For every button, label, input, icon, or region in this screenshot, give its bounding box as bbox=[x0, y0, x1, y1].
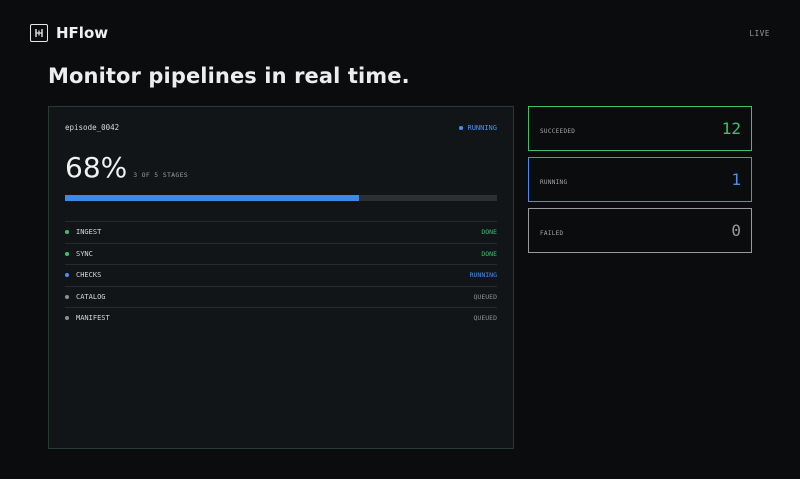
stage-state: DONE bbox=[481, 249, 497, 258]
stat-card-succeeded[interactable]: SUCCEEDED 12 bbox=[528, 106, 752, 151]
stat-label: RUNNING bbox=[540, 179, 568, 186]
pipeline-run-panel: episode_0042 RUNNING 68% 3 OF 5 STAGES I… bbox=[48, 106, 514, 449]
status-dot-icon bbox=[459, 125, 464, 130]
stage-row-checks[interactable]: CHECKS RUNNING bbox=[65, 264, 497, 286]
run-status-badge: RUNNING bbox=[459, 124, 497, 132]
page: HFlow LIVE Monitor pipelines in real tim… bbox=[0, 0, 800, 479]
progress-bar-fill bbox=[65, 195, 359, 201]
stage-status-dot-icon bbox=[65, 316, 69, 321]
progress-percent: 68% bbox=[65, 151, 128, 184]
stage-name: INGEST bbox=[76, 228, 102, 237]
stage-status-dot-icon bbox=[65, 230, 69, 235]
stage-row-ingest[interactable]: INGEST DONE bbox=[65, 221, 497, 243]
stage-info: SYNC bbox=[65, 250, 93, 258]
stat-card-running[interactable]: RUNNING 1 bbox=[528, 157, 752, 202]
page-title: Monitor pipelines in real time. bbox=[48, 64, 410, 88]
stage-name: MANIFEST bbox=[76, 314, 110, 323]
stat-cards: SUCCEEDED 12 RUNNING 1 FAILED 0 bbox=[528, 106, 752, 259]
stat-value: 1 bbox=[731, 170, 741, 189]
stage-info: INGEST bbox=[65, 228, 101, 236]
progress-summary: 68% 3 OF 5 STAGES bbox=[65, 151, 188, 184]
stat-label: FAILED bbox=[540, 230, 564, 237]
episode-id: episode_0042 bbox=[65, 123, 120, 132]
stage-state: DONE bbox=[481, 228, 497, 237]
stage-list: INGEST DONE SYNC DONE CHECKS RUNNING CATALOG QU… bbox=[65, 221, 497, 329]
brand[interactable]: HFlow bbox=[30, 24, 108, 42]
stage-name: CATALOG bbox=[76, 292, 106, 301]
stage-info: MANIFEST bbox=[65, 314, 110, 322]
live-indicator: LIVE bbox=[749, 28, 770, 38]
stat-card-failed[interactable]: FAILED 0 bbox=[528, 208, 752, 253]
stage-info: CATALOG bbox=[65, 293, 106, 301]
stages-count: 3 OF 5 STAGES bbox=[133, 171, 189, 179]
header: HFlow LIVE bbox=[30, 22, 770, 44]
hflow-logo-icon bbox=[30, 24, 48, 42]
stat-label: SUCCEEDED bbox=[540, 128, 576, 135]
run-status-label: RUNNING bbox=[467, 123, 497, 132]
run-header: episode_0042 RUNNING bbox=[65, 123, 497, 132]
stage-name: CHECKS bbox=[76, 271, 102, 280]
stage-row-catalog[interactable]: CATALOG QUEUED bbox=[65, 285, 497, 308]
stage-name: SYNC bbox=[76, 249, 93, 258]
stage-state: QUEUED bbox=[473, 292, 497, 301]
stage-state: RUNNING bbox=[469, 271, 497, 280]
stage-status-dot-icon bbox=[65, 294, 69, 299]
progress-bar bbox=[65, 195, 497, 201]
stat-value: 12 bbox=[721, 119, 741, 138]
stat-value: 0 bbox=[731, 221, 741, 240]
stage-info: CHECKS bbox=[65, 271, 101, 279]
stage-row-manifest[interactable]: MANIFEST QUEUED bbox=[65, 307, 497, 329]
stage-status-dot-icon bbox=[65, 273, 69, 278]
stage-status-dot-icon bbox=[65, 251, 69, 256]
stage-row-sync[interactable]: SYNC DONE bbox=[65, 242, 497, 265]
stage-state: QUEUED bbox=[473, 314, 497, 323]
brand-name: HFlow bbox=[56, 24, 109, 42]
